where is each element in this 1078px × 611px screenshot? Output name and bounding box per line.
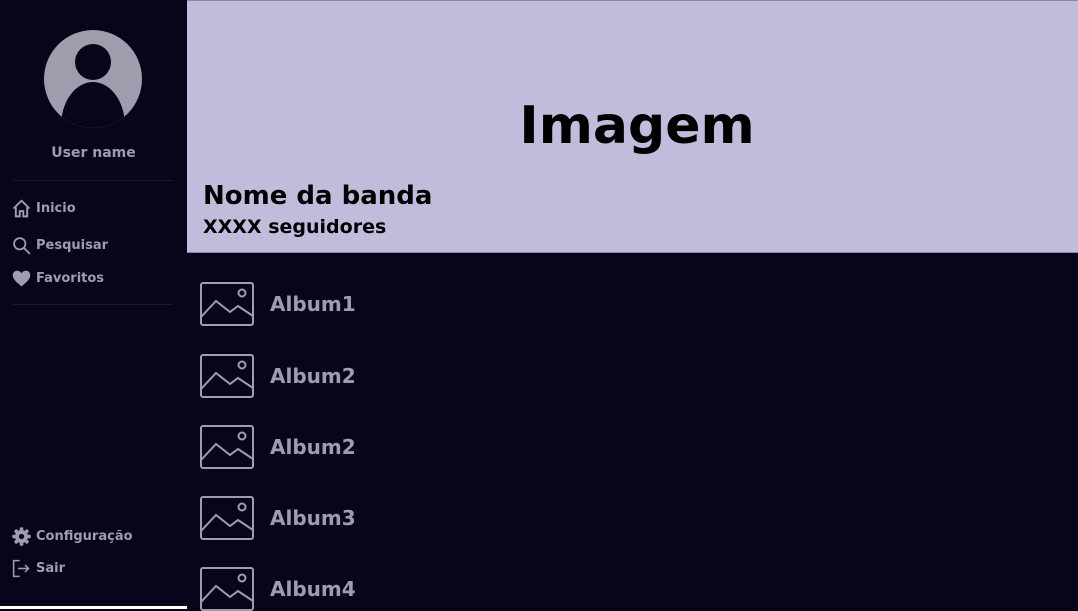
nav-item-label: Pesquisar bbox=[36, 238, 109, 253]
album-item[interactable]: Album4 bbox=[200, 567, 356, 611]
main-content: Imagem Nome da banda XXXX seguidores Alb… bbox=[187, 0, 1078, 611]
nav-item-pesquisar[interactable]: Pesquisar bbox=[11, 235, 108, 256]
image-icon bbox=[200, 425, 254, 469]
user-name: User name bbox=[51, 145, 136, 161]
nav-item-label: Sair bbox=[36, 561, 66, 576]
album-title: Album2 bbox=[270, 435, 356, 459]
home-icon bbox=[12, 199, 31, 218]
divider bbox=[13, 180, 173, 181]
album-title: Album4 bbox=[270, 577, 356, 601]
album-title: Album2 bbox=[270, 364, 356, 388]
sidebar: User name Inicio Pesquisar Favoritos Con… bbox=[0, 0, 187, 609]
heart-icon bbox=[12, 270, 31, 287]
image-icon bbox=[200, 567, 254, 611]
avatar[interactable] bbox=[44, 30, 142, 128]
image-icon bbox=[200, 282, 254, 326]
nav-item-label: Configuração bbox=[36, 529, 133, 544]
album-title: Album3 bbox=[270, 506, 356, 530]
user-avatar-icon bbox=[44, 30, 142, 128]
album-item[interactable]: Album1 bbox=[200, 282, 356, 326]
nav-item-configuracao[interactable]: Configuração bbox=[11, 526, 133, 547]
album-title: Album1 bbox=[270, 292, 356, 316]
album-item[interactable]: Album3 bbox=[200, 496, 356, 540]
nav-item-label: Favoritos bbox=[36, 271, 105, 286]
logout-icon bbox=[12, 559, 30, 578]
nav-item-favoritos[interactable]: Favoritos bbox=[11, 268, 104, 289]
search-icon bbox=[13, 237, 31, 255]
nav-item-sair[interactable]: Sair bbox=[11, 558, 65, 579]
image-icon bbox=[200, 496, 254, 540]
gear-icon bbox=[12, 527, 31, 546]
album-item[interactable]: Album2 bbox=[200, 354, 356, 398]
nav-item-label: Inicio bbox=[36, 201, 76, 216]
followers-count: XXXX seguidores bbox=[203, 216, 387, 238]
band-banner: Imagem Nome da banda XXXX seguidores bbox=[187, 0, 1078, 253]
band-name: Nome da banda bbox=[203, 181, 433, 211]
nav-item-inicio[interactable]: Inicio bbox=[11, 198, 76, 219]
banner-image-placeholder: Imagem bbox=[519, 96, 755, 156]
image-icon bbox=[200, 354, 254, 398]
divider bbox=[13, 304, 173, 305]
album-item[interactable]: Album2 bbox=[200, 425, 356, 469]
